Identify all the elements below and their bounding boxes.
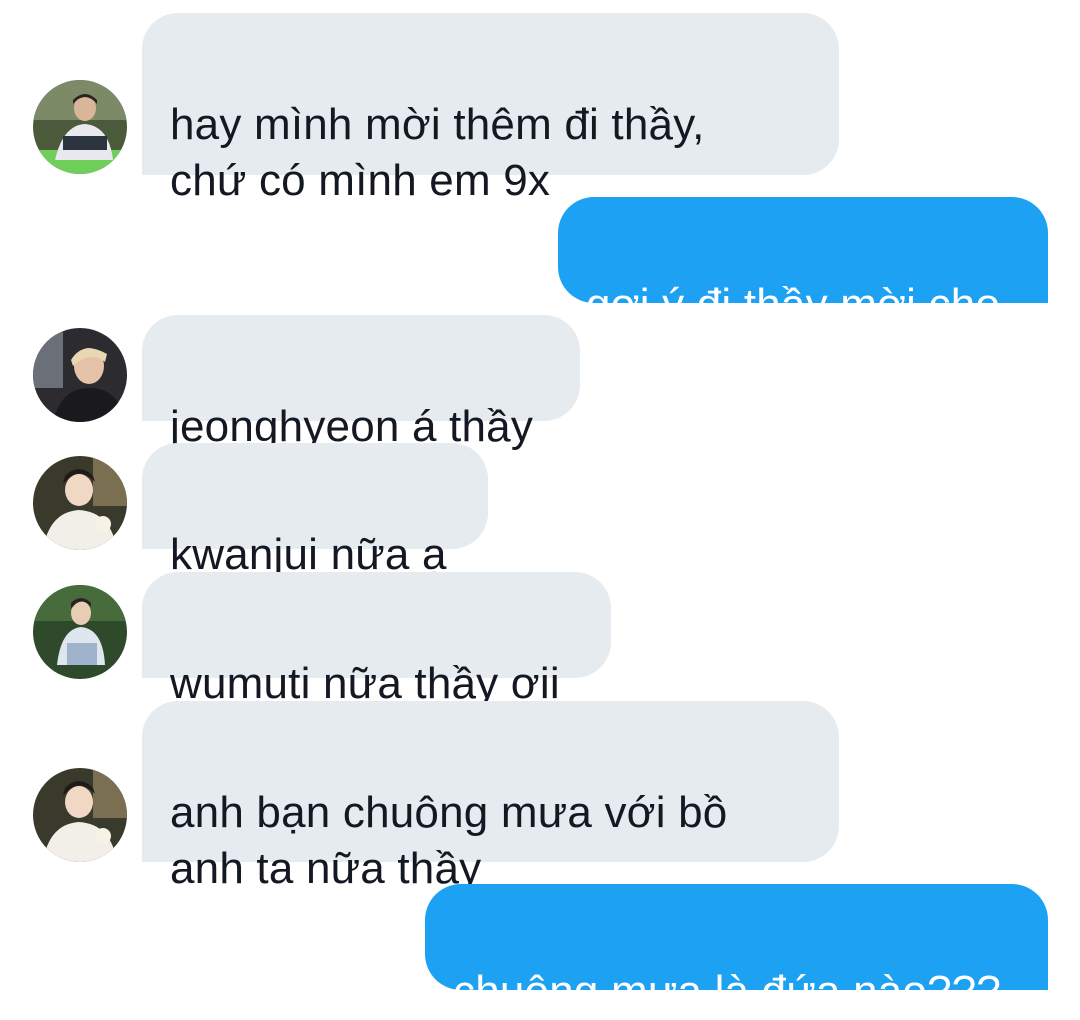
message-bubble[interactable]: wumuti nữa thầy ơii <box>142 572 611 708</box>
message-text: gợi ý đi thầy mời cho <box>586 280 1001 329</box>
message-text: anh bạn chuông mưa với bồ anh ta nữa thầ… <box>170 788 728 893</box>
avatar[interactable] <box>33 768 127 862</box>
avatar[interactable] <box>33 80 127 174</box>
message-bubble[interactable]: jeonghyeon á thầy <box>142 315 580 451</box>
avatar[interactable] <box>33 585 127 679</box>
avatar-image <box>33 768 127 862</box>
message-bubble[interactable]: kwanjui nữa ạ <box>142 443 488 579</box>
avatar-image <box>33 585 127 679</box>
message-text: hay mình mời thêm đi thầy, chứ có mình e… <box>170 100 705 205</box>
avatar-image <box>33 328 127 422</box>
avatar-image <box>33 80 127 174</box>
avatar[interactable] <box>33 456 127 550</box>
message-bubble[interactable]: gợi ý đi thầy mời cho <box>558 197 1048 329</box>
message-bubble[interactable]: anh bạn chuông mưa với bồ anh ta nữa thầ… <box>142 701 839 893</box>
avatar-image <box>33 456 127 550</box>
message-bubble[interactable]: hay mình mời thêm đi thầy, chứ có mình e… <box>142 13 839 205</box>
message-text: chuông mưa là đứa nào??? <box>453 967 1002 1016</box>
avatar[interactable] <box>33 328 127 422</box>
message-bubble[interactable]: chuông mưa là đứa nào??? <box>425 884 1048 1016</box>
